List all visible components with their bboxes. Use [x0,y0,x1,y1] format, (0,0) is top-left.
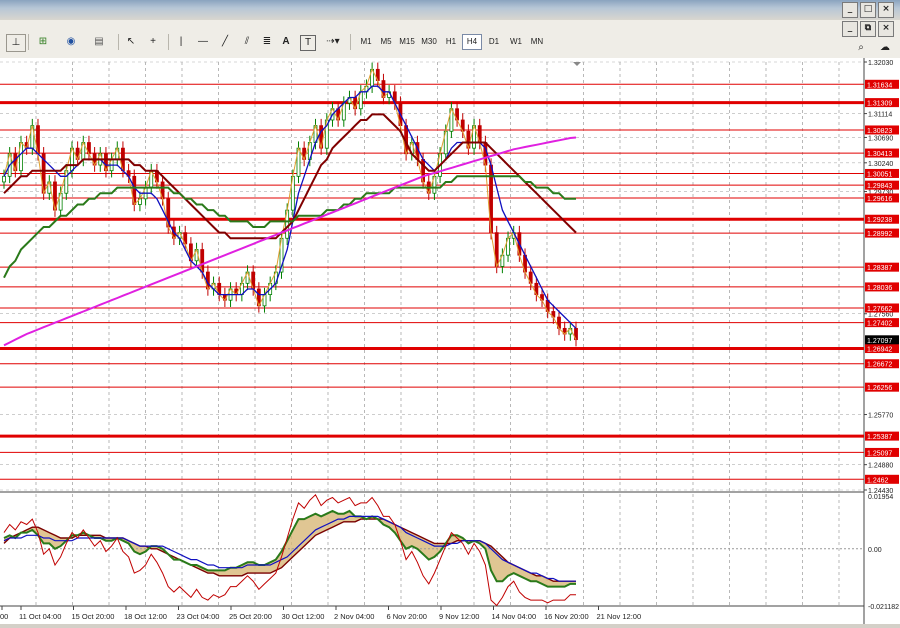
time-axis-label: 6 Nov 20:00 [387,612,427,621]
chart-close-button[interactable]: × [878,21,894,37]
current-price-label: 1.27097 [867,338,892,345]
level-price-label: 1.27402 [867,321,892,328]
timeframe-h4[interactable]: H4 [462,34,482,50]
level-price-label: 1.29843 [867,183,892,190]
templates-icon[interactable]: ▤ [90,34,108,50]
text-icon[interactable]: A [280,34,292,50]
oscillator-axis-label: -0.021182 [868,604,899,611]
chart-restore-button[interactable]: ⧉ [860,21,876,37]
time-axis-label: 9 Nov 12:00 [439,612,479,621]
close-button[interactable]: × [878,2,894,18]
price-axis-label: 1.32030 [868,60,893,67]
chart-window-controls: _ ⧉ × [842,21,894,37]
chart-shift-marker [573,62,581,66]
arrows-icon[interactable]: ⇢▾ [322,34,344,50]
timeframe-d1[interactable]: D1 [485,34,503,50]
indicators-icon[interactable]: ◉ [62,34,80,50]
time-axis-label: 25 Oct 20:00 [229,612,272,621]
time-axis-label: 18 Oct 12:00 [124,612,167,621]
terminal-title-bar: _ □ × [0,0,900,20]
timeframe-m30[interactable]: M30 [420,34,438,50]
maximize-button[interactable]: □ [860,2,876,18]
price-axis-label: 1.30690 [868,135,893,142]
timeframe-m5[interactable]: M5 [377,34,395,50]
cursor-icon[interactable]: ↖ [124,34,138,50]
price-axis-label: 1.31114 [868,112,892,119]
level-price-label: 1.27662 [867,306,892,313]
price-chart[interactable]: 1.320301.311141.306901.302401.297301.275… [0,58,900,624]
time-axis-label: 23 Oct 04:00 [177,612,220,621]
time-axis-label: 2 Nov 04:00 [334,612,374,621]
new-chart-icon[interactable]: ⊞ [34,34,52,50]
level-price-label: 1.30823 [867,128,892,135]
candles [2,62,578,347]
level-price-label: 1.31309 [867,101,892,108]
toolbar-separator [118,34,119,50]
oscillator-axis-label: 0.00 [868,547,882,554]
search-icon[interactable]: ⌕ [854,40,868,56]
level-price-label: 1.26942 [867,347,892,354]
chart-toolbar: ⊥ ⊞ ◉ ▤ ↖ + | — ╱ ⫽ ≣ A T ⇢▾ M1 M5 M15 M… [0,20,900,59]
time-axis-label: 11 Oct 04:00 [19,612,61,621]
text-label-icon[interactable]: T [300,35,316,51]
price-axis-label: 1.25770 [868,413,893,420]
time-axis-label: 16 Nov 20:00 [544,612,589,621]
trend-line-icon[interactable]: ╱ [218,34,232,50]
level-price-label: 1.2462 [867,477,889,484]
time-axis-label: 21 Nov 12:00 [597,612,642,621]
window-controls: _ □ × [842,2,894,18]
level-price-label: 1.26256 [867,385,892,392]
level-price-label: 1.29238 [867,217,892,224]
price-axis-label: 1.24880 [868,463,893,470]
time-axis-label: 14 Nov 04:00 [492,612,537,621]
level-price-label: 1.30051 [867,171,892,178]
level-price-label: 1.28036 [867,285,892,292]
level-price-label: 1.26672 [867,362,892,369]
timeframe-h1[interactable]: H1 [442,34,460,50]
minimize-button[interactable]: _ [842,2,858,18]
toolbar-separator [350,34,351,50]
toolbar-separator [28,34,29,50]
channel-icon[interactable]: ⫽ [240,34,254,50]
chart-grid [0,58,865,624]
toolbar-separator [168,34,169,50]
oscillator-axis-label: 0.01954 [868,494,893,501]
price-axis: 1.320301.311141.306901.302401.297301.275… [864,60,899,611]
horizontal-line-icon[interactable]: — [196,34,210,50]
level-price-label: 1.30413 [867,151,892,158]
timeframe-w1[interactable]: W1 [507,34,525,50]
time-axis: 00 11 Oct 04:00 15 Oct 20:00 18 Oct 12:00 23… [0,606,641,621]
level-price-label: 1.31634 [867,82,892,89]
time-axis-label: 15 Oct 20:00 [72,612,115,621]
chat-icon[interactable]: ☁ [876,40,894,56]
candle-body [2,175,6,183]
time-axis-label: 00 [0,612,8,621]
chart-minimize-button[interactable]: _ [842,21,858,37]
fibonacci-icon[interactable]: ≣ [260,34,274,50]
chart-area[interactable]: 1.32030 1.31114 1.30690 1.30240 1.29730 1.275… [0,58,900,624]
crosshair-icon[interactable]: + [146,34,160,50]
oscillator-pane [0,493,864,607]
time-axis-label: 30 Oct 12:00 [282,612,325,621]
level-price-label: 1.28992 [867,231,892,238]
level-lines [0,83,864,480]
vertical-line-icon[interactable]: | [176,34,186,50]
crosshair-period-icon[interactable]: ⊥ [6,34,26,52]
timeframe-mn[interactable]: MN [528,34,546,50]
level-price-label: 1.28387 [867,265,892,272]
timeframe-m15[interactable]: M15 [398,34,416,50]
level-price-label: 1.25097 [867,450,892,457]
level-price-label: 1.29616 [867,196,892,203]
price-axis-label: 1.30240 [868,161,893,168]
level-price-label: 1.25387 [867,434,892,441]
timeframe-m1[interactable]: M1 [357,34,375,50]
